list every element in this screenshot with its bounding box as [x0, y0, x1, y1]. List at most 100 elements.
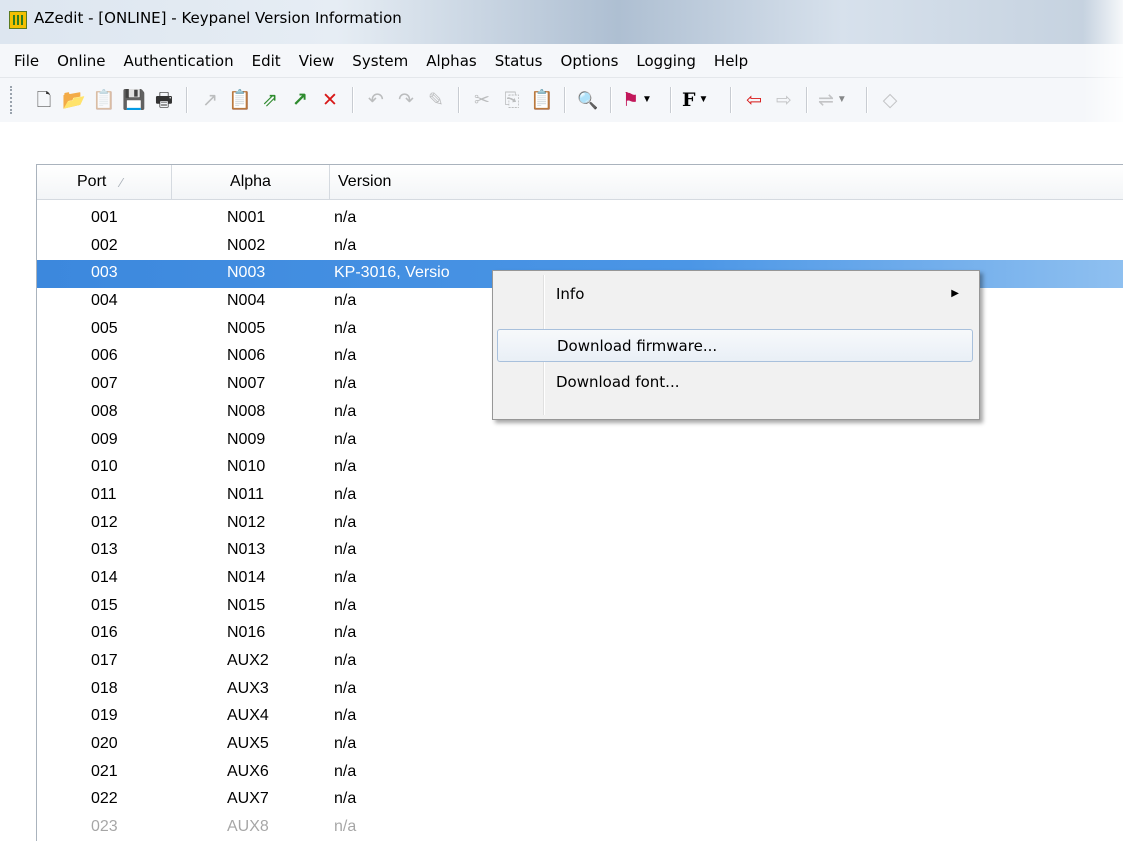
menu-options[interactable]: Options — [553, 52, 629, 70]
table-row[interactable]: 021 AUX6 n/a — [37, 759, 1123, 787]
table-row[interactable]: 016 N016 n/a — [37, 620, 1123, 648]
table-row[interactable]: 012 N012 n/a — [37, 510, 1123, 538]
menu-alphas[interactable]: Alphas — [418, 52, 486, 70]
save-icon[interactable]: 💾 — [122, 87, 146, 113]
cell-alpha: N007 — [227, 375, 266, 393]
context-menu-item-info[interactable]: Info ▶ — [497, 278, 973, 311]
cell-alpha: N010 — [227, 458, 266, 476]
cell-alpha: AUX3 — [227, 679, 269, 697]
table-row[interactable]: 014 N014 n/a — [37, 565, 1123, 593]
cell-alpha: N003 — [227, 264, 266, 282]
search-icon[interactable]: 🔍 — [576, 87, 600, 113]
cell-port: 014 — [91, 568, 118, 586]
cell-alpha: N004 — [227, 292, 266, 310]
toolbar-grip[interactable] — [10, 86, 15, 114]
cell-version: n/a — [334, 624, 357, 642]
online-connect-icon[interactable]: ↗ — [198, 87, 222, 113]
cell-alpha: N013 — [227, 541, 266, 559]
toolbar-separator — [670, 87, 672, 113]
edit-pen-icon[interactable]: ✎ — [424, 87, 448, 113]
green-arrow-icon[interactable]: ↗ — [288, 87, 312, 113]
copy-config-icon[interactable]: 📋 — [92, 87, 116, 113]
keypanel-version-list[interactable]: Port ∕ Alpha Version 001 N001 n/a 002 N002 n/… — [36, 164, 1123, 841]
menu-system[interactable]: System — [344, 52, 418, 70]
column-header-version[interactable]: Version — [330, 165, 1123, 199]
copy-icon[interactable]: ⎘ — [500, 87, 524, 113]
context-menu-item-download-firmware[interactable]: Download firmware... — [497, 329, 973, 362]
table-row[interactable]: 009 N009 n/a — [37, 427, 1123, 455]
cell-port: 009 — [91, 430, 118, 448]
toolbar: 🗋 📂 📋 💾 🖶 ↗ 📋 ⇗ ↗ ✕ ↶ ↷ ✎ ✂ ⎘ 📋 🔍 ⚑ ▼ F … — [0, 78, 1123, 122]
menu-online[interactable]: Online — [49, 52, 115, 70]
cell-port: 008 — [91, 402, 118, 420]
table-row[interactable]: 023 AUX8 n/a — [37, 814, 1123, 841]
network-dropdown-button[interactable]: ⇌ ▼ — [818, 87, 856, 113]
context-menu-item-download-font[interactable]: Download font... — [497, 366, 973, 399]
menu-view[interactable]: View — [291, 52, 345, 70]
open-folder-icon[interactable]: 📂 — [62, 87, 86, 113]
cell-alpha: AUX2 — [227, 652, 269, 669]
cell-version: n/a — [334, 402, 357, 420]
cell-port: 011 — [91, 485, 117, 503]
menu-edit[interactable]: Edit — [244, 52, 291, 70]
cell-port: 015 — [91, 596, 118, 614]
menu-authentication[interactable]: Authentication — [116, 52, 244, 70]
table-row[interactable]: 010 N010 n/a — [37, 454, 1123, 482]
alert-dropdown-icon: ⚑ — [622, 89, 640, 111]
cell-port: 001 — [91, 209, 118, 226]
cut-icon[interactable]: ✂ — [470, 87, 494, 113]
upload-icon[interactable]: ⇗ — [258, 87, 282, 113]
table-row[interactable]: 015 N015 n/a — [37, 593, 1123, 621]
cell-version: n/a — [334, 430, 357, 448]
sort-ascending-icon: ∕ — [120, 174, 123, 190]
cell-alpha: N016 — [227, 624, 266, 642]
cell-version: n/a — [334, 762, 357, 780]
table-row[interactable]: 011 N011 n/a — [37, 482, 1123, 510]
cell-version: n/a — [334, 679, 357, 697]
table-row[interactable]: 017 AUX2 n/a — [37, 648, 1123, 676]
toolbar-separator — [458, 87, 460, 113]
menu-file[interactable]: File — [6, 52, 49, 70]
cell-alpha: N014 — [227, 568, 266, 586]
redo-icon[interactable]: ↷ — [394, 87, 418, 113]
table-row[interactable]: 022 AUX7 n/a — [37, 786, 1123, 814]
cell-alpha: N015 — [227, 596, 266, 614]
menu-status[interactable]: Status — [487, 52, 553, 70]
toolbar-separator — [352, 87, 354, 113]
cell-alpha: N006 — [227, 347, 266, 365]
tag-icon[interactable]: ◇ — [878, 87, 902, 113]
disconnect-icon[interactable]: ✕ — [318, 87, 342, 113]
cell-alpha: N008 — [227, 402, 266, 420]
cell-version: n/a — [334, 236, 357, 254]
cell-alpha: AUX7 — [227, 790, 269, 808]
table-row[interactable]: 013 N013 n/a — [37, 537, 1123, 565]
table-row[interactable]: 019 AUX4 n/a — [37, 703, 1123, 731]
cell-alpha: AUX4 — [227, 707, 269, 725]
table-row[interactable]: 002 N002 n/a — [37, 233, 1123, 261]
paste-config-icon[interactable]: 📋 — [228, 87, 252, 113]
alert-dropdown-button[interactable]: ⚑ ▼ — [622, 87, 660, 113]
table-row[interactable]: 001 N001 n/a — [37, 205, 1123, 233]
cell-port: 012 — [91, 513, 118, 531]
column-header-alpha[interactable]: Alpha — [172, 165, 330, 199]
paste-icon[interactable]: 📋 — [530, 87, 554, 113]
table-row[interactable]: 018 AUX3 n/a — [37, 676, 1123, 704]
new-document-icon[interactable]: 🗋 — [32, 87, 56, 113]
forward-arrow-icon[interactable]: ⇨ — [772, 87, 796, 113]
cell-port: 022 — [91, 790, 118, 808]
back-arrow-icon[interactable]: ⇦ — [742, 87, 766, 113]
table-row[interactable]: 020 AUX5 n/a — [37, 731, 1123, 759]
menu-logging[interactable]: Logging — [628, 52, 706, 70]
cell-port: 004 — [91, 292, 118, 310]
menu-help[interactable]: Help — [706, 52, 758, 70]
column-header-port-label: Port — [77, 173, 107, 190]
cell-version: n/a — [334, 818, 357, 836]
column-header-port[interactable]: Port ∕ — [37, 165, 172, 199]
cell-alpha: N012 — [227, 513, 266, 531]
cell-version: n/a — [334, 209, 357, 226]
print-icon[interactable]: 🖶 — [152, 87, 176, 113]
cell-alpha: N002 — [227, 236, 266, 254]
undo-icon[interactable]: ↶ — [364, 87, 388, 113]
cell-alpha: AUX6 — [227, 762, 269, 780]
font-dropdown-button[interactable]: F ▼ — [682, 87, 720, 113]
